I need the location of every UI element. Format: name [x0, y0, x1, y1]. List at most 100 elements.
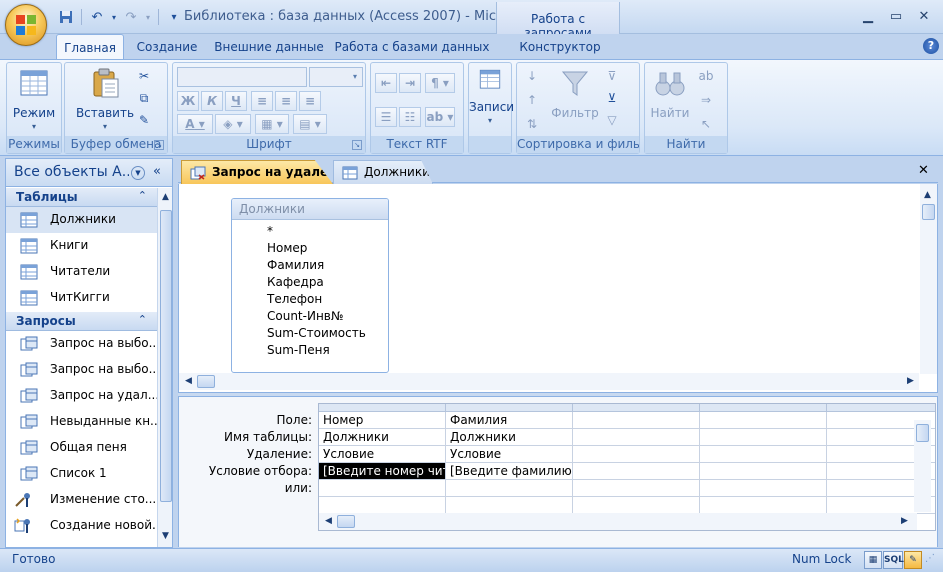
bold-button[interactable]: Ж: [177, 91, 199, 111]
scroll-right-icon[interactable]: ▶: [907, 376, 914, 386]
field-list-title[interactable]: Должники: [232, 199, 388, 220]
sql-view-button[interactable]: SQL: [883, 551, 904, 569]
undo-icon[interactable]: ↶: [87, 7, 107, 27]
field-list-item[interactable]: Sum-Стоимость: [267, 326, 366, 340]
field-list-item[interactable]: Sum-Пеня: [267, 343, 330, 357]
font-size-combo[interactable]: ▾: [309, 67, 363, 87]
copy-icon[interactable]: ⧉: [135, 89, 153, 107]
datasheet-view-button[interactable]: ▦: [864, 551, 882, 569]
align-center-icon[interactable]: ≡: [275, 91, 297, 111]
records-button[interactable]: Записи ▾: [469, 67, 514, 125]
tab-home[interactable]: Главная: [56, 34, 124, 60]
grid-cell-or[interactable]: [319, 480, 446, 497]
grid-cell-criteria[interactable]: [Введите фамилию должника]: [446, 463, 573, 480]
maximize-icon[interactable]: ▭: [883, 6, 909, 26]
select-icon[interactable]: ↖: [697, 115, 715, 133]
nav-item-query[interactable]: Список 1: [6, 461, 157, 487]
nav-group-tables[interactable]: Таблицы ⌃: [6, 188, 157, 207]
format-painter-icon[interactable]: ✎: [135, 111, 153, 129]
tab-designer[interactable]: Конструктор: [505, 34, 615, 60]
tab-create[interactable]: Создание: [132, 34, 202, 60]
redo-dropdown-icon[interactable]: ▾: [143, 7, 153, 27]
scroll-down-icon[interactable]: ▼: [162, 531, 169, 541]
grid-cell-empty[interactable]: [573, 497, 700, 514]
scroll-right-icon[interactable]: ▶: [901, 516, 908, 526]
nav-item-table[interactable]: Должники: [6, 207, 157, 233]
field-list-item[interactable]: *: [267, 224, 273, 238]
font-name-combo[interactable]: [177, 67, 307, 87]
selection-filter-icon[interactable]: ⊽: [603, 67, 621, 85]
column-selector[interactable]: [827, 404, 935, 412]
resize-grip-icon[interactable]: ⋰: [925, 553, 935, 564]
paste-button[interactable]: Вставить ▾: [71, 67, 139, 131]
field-list-item[interactable]: Номер: [267, 241, 307, 255]
customize-qat-icon[interactable]: ▾: [164, 7, 184, 27]
nav-item-query[interactable]: Запрос на выбо...: [6, 357, 157, 383]
grid-cell-empty[interactable]: [319, 497, 446, 514]
field-list-window[interactable]: Должники * Номер Фамилия Кафедра Телефон…: [231, 198, 389, 373]
scroll-up-icon[interactable]: ▲: [162, 192, 169, 202]
numbering-icon[interactable]: ☷: [399, 107, 421, 127]
scroll-left-icon[interactable]: ◀: [325, 516, 332, 526]
column-selector[interactable]: [319, 404, 446, 412]
scroll-thumb[interactable]: [197, 375, 215, 388]
grid-cell-table[interactable]: Должники: [446, 429, 573, 446]
toggle-filter-icon[interactable]: ▽: [603, 111, 621, 129]
nav-item-query[interactable]: Невыданные кн...: [6, 409, 157, 435]
grid-cell-table[interactable]: Должники: [319, 429, 446, 446]
gridlines-icon[interactable]: ▦ ▾: [255, 114, 289, 134]
increase-indent-icon[interactable]: ⇥: [399, 73, 421, 93]
advanced-filter-icon[interactable]: ⊻: [603, 89, 621, 107]
grid-cell-empty[interactable]: [700, 497, 827, 514]
grid-cell-table[interactable]: [573, 429, 700, 446]
grid-vertical-scrollbar[interactable]: [914, 420, 931, 512]
field-list-item[interactable]: Кафедра: [267, 275, 324, 289]
sort-descending-icon[interactable]: ↑: [523, 91, 541, 109]
grid-cell-field[interactable]: Фамилия: [446, 412, 573, 429]
redo-icon[interactable]: ↷: [121, 7, 141, 27]
highlight-icon[interactable]: ab ▾: [425, 107, 455, 127]
grid-cell-criteria[interactable]: [573, 463, 700, 480]
grid-cell-field[interactable]: Номер: [319, 412, 446, 429]
grid-cell-table[interactable]: [700, 429, 827, 446]
scroll-left-icon[interactable]: ◀: [185, 376, 192, 386]
doc-tab-table[interactable]: Должники: [333, 160, 433, 184]
scroll-up-icon[interactable]: ▲: [924, 190, 931, 200]
office-button[interactable]: [5, 4, 47, 46]
nav-item-query[interactable]: Общая пеня: [6, 435, 157, 461]
fill-color-icon[interactable]: ◈ ▾: [215, 114, 251, 134]
nav-item-table[interactable]: Книги: [6, 233, 157, 259]
nav-item-table[interactable]: Читатели: [6, 259, 157, 285]
tab-external-data[interactable]: Внешние данные: [210, 34, 328, 60]
align-left-icon[interactable]: ≡: [251, 91, 273, 111]
nav-item-query[interactable]: Изменение сто...: [6, 487, 157, 513]
close-icon[interactable]: ✕: [911, 6, 937, 26]
alt-fill-icon[interactable]: ▤ ▾: [293, 114, 327, 134]
nav-group-queries[interactable]: Запросы ⌃: [6, 312, 157, 331]
help-icon[interactable]: ?: [923, 38, 939, 54]
table-pane-horizontal-scrollbar[interactable]: ◀ ▶: [179, 373, 919, 390]
underline-button[interactable]: Ч: [225, 91, 247, 111]
font-color-button[interactable]: A ▾: [177, 114, 213, 134]
replace-icon[interactable]: ab: [697, 67, 715, 85]
nav-menu-dropdown-icon[interactable]: ▼: [131, 166, 145, 180]
nav-pane-title[interactable]: Все объекты А...: [14, 164, 129, 180]
nav-item-query[interactable]: Запрос на удал...: [6, 383, 157, 409]
doc-tab-delete-query[interactable]: Запрос на удаление: [181, 160, 333, 184]
grid-cell-delete[interactable]: Условие: [319, 446, 446, 463]
field-list-item[interactable]: Count-Инв№: [267, 309, 343, 323]
align-right-icon[interactable]: ≡: [299, 91, 321, 111]
minimize-icon[interactable]: ▁: [855, 6, 881, 26]
grid-cell-criteria[interactable]: [700, 463, 827, 480]
paragraph-direction-icon[interactable]: ¶ ▾: [425, 73, 455, 93]
grid-cell-or[interactable]: [573, 480, 700, 497]
column-selector[interactable]: [446, 404, 573, 412]
grid-cell-delete[interactable]: [700, 446, 827, 463]
save-icon[interactable]: [56, 7, 76, 27]
tab-database-tools[interactable]: Работа с базами данных: [334, 34, 490, 60]
design-grid[interactable]: Номер Должники Условие [Введите номер чи…: [318, 403, 936, 531]
nav-scrollbar[interactable]: ▲ ▼: [157, 188, 172, 547]
bullets-icon[interactable]: ☰: [375, 107, 397, 127]
undo-dropdown-icon[interactable]: ▾: [109, 7, 119, 27]
grid-horizontal-scrollbar[interactable]: ◀ ▶: [319, 513, 917, 530]
